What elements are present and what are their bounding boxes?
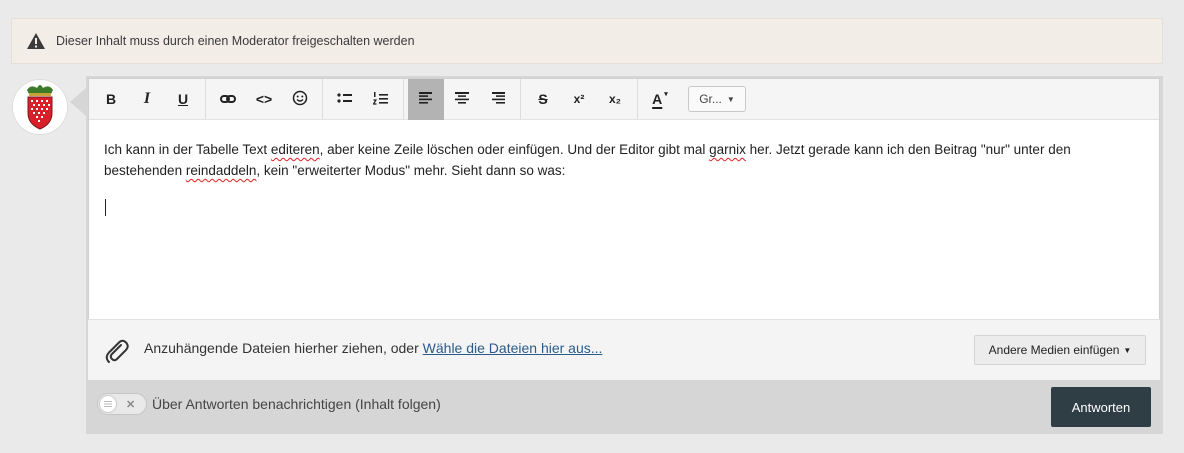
superscript-button[interactable]: x² bbox=[561, 79, 597, 120]
bullet-list-button[interactable] bbox=[327, 79, 363, 120]
insert-media-button[interactable]: Andere Medien einfügen ▼ bbox=[974, 335, 1146, 365]
close-icon: ✕ bbox=[126, 398, 136, 411]
notify-label: Über Antworten benachrichtigen (Inhalt f… bbox=[152, 396, 441, 412]
strikethrough-button[interactable]: S bbox=[525, 79, 561, 120]
drop-zone-text[interactable]: Anzuhängende Dateien hierher ziehen, ode… bbox=[144, 340, 602, 356]
warning-icon bbox=[26, 32, 46, 50]
italic-button[interactable]: I bbox=[129, 79, 165, 120]
editor-content[interactable]: Ich kann in der Tabelle Text editeren, a… bbox=[89, 120, 1159, 216]
font-size-select[interactable]: Gr... ▼ bbox=[688, 86, 746, 112]
moderation-notice: Dieser Inhalt muss durch einen Moderator… bbox=[11, 18, 1163, 64]
choose-files-link[interactable]: Wähle die Dateien hier aus... bbox=[423, 340, 603, 356]
toggle-knob bbox=[99, 395, 117, 413]
link-button[interactable] bbox=[210, 79, 246, 120]
text-color-button[interactable]: A ▾ bbox=[642, 79, 678, 120]
chevron-down-icon: ▼ bbox=[726, 94, 735, 104]
link-icon bbox=[220, 91, 236, 107]
avatar[interactable] bbox=[12, 79, 68, 135]
misspelled-word: reindaddeln bbox=[185, 163, 257, 178]
bold-button[interactable]: B bbox=[93, 79, 129, 120]
notify-toggle[interactable]: ✕ bbox=[97, 393, 147, 415]
underline-button[interactable]: U bbox=[165, 79, 201, 120]
reply-editor-container: B I U <> S x² x₂ A ▾ Gr... ▼ Ich kann in… bbox=[86, 76, 1163, 434]
notice-text: Dieser Inhalt muss durch einen Moderator… bbox=[56, 34, 415, 48]
chevron-down-icon: ▼ bbox=[1123, 345, 1132, 355]
align-left-icon bbox=[419, 91, 433, 107]
text-cursor bbox=[105, 199, 106, 216]
align-center-icon bbox=[455, 91, 469, 107]
attachment-bar: Anzuhängende Dateien hierher ziehen, ode… bbox=[88, 319, 1160, 380]
subscript-button[interactable]: x₂ bbox=[597, 79, 633, 120]
align-left-button[interactable] bbox=[408, 78, 444, 120]
misspelled-word: editeren bbox=[270, 142, 320, 157]
paperclip-icon bbox=[102, 336, 130, 369]
smiley-icon bbox=[292, 90, 308, 109]
align-right-button[interactable] bbox=[480, 79, 516, 120]
code-button[interactable]: <> bbox=[246, 79, 282, 120]
numbered-list-button[interactable] bbox=[363, 79, 399, 120]
numbered-list-icon bbox=[372, 91, 389, 108]
align-right-icon bbox=[491, 91, 505, 107]
misspelled-word: garnix bbox=[709, 142, 746, 157]
bullet-list-icon bbox=[337, 91, 353, 108]
emoji-button[interactable] bbox=[282, 79, 318, 120]
chevron-down-icon: ▾ bbox=[664, 91, 668, 98]
align-center-button[interactable] bbox=[444, 79, 480, 120]
avatar-pointer bbox=[70, 88, 86, 116]
editor-toolbar: B I U <> S x² x₂ A ▾ Gr... ▼ bbox=[89, 78, 1159, 120]
reply-button[interactable]: Antworten bbox=[1051, 387, 1151, 427]
